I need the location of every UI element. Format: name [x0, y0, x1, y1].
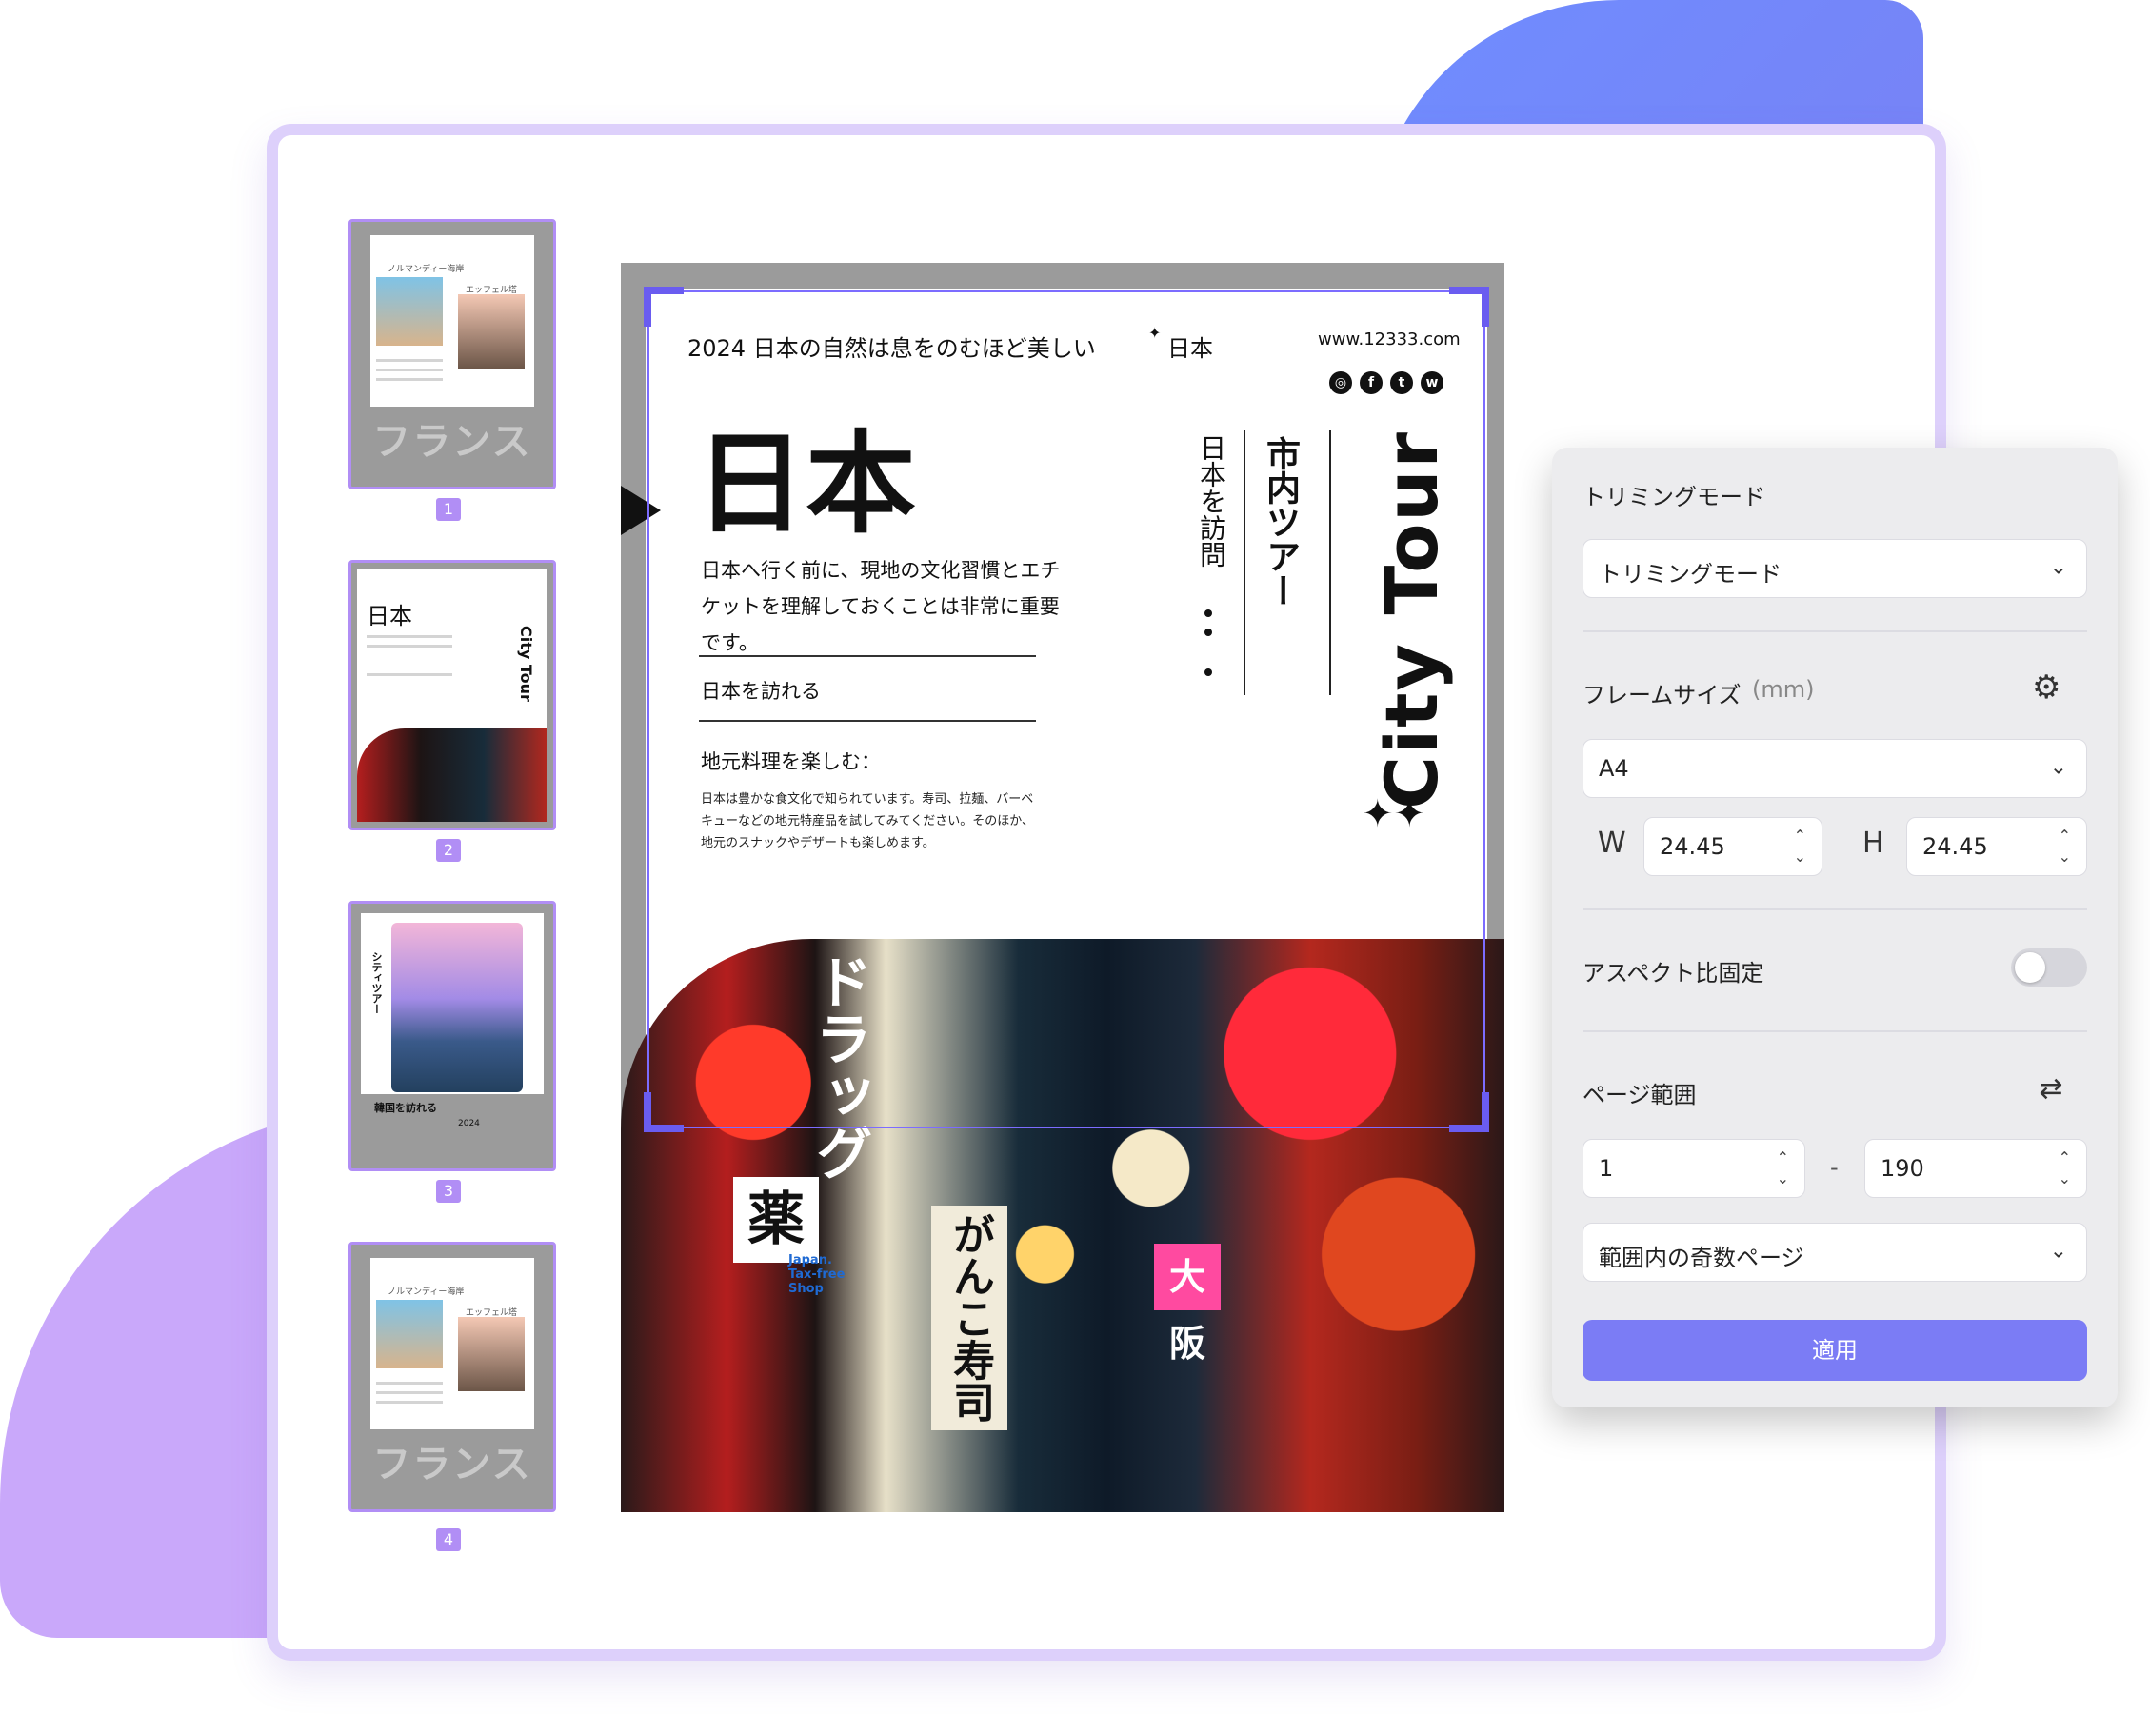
thumb-photo-tower — [458, 1317, 525, 1391]
divider — [1583, 908, 2087, 910]
chevron-down-icon: ⌄ — [2049, 755, 2067, 780]
page-number-badge: 1 — [436, 498, 461, 521]
chevron-down-icon: ⌄ — [2049, 555, 2067, 580]
thumb-text-line — [376, 359, 443, 362]
thumb-photo-tower — [458, 294, 525, 369]
thumb-title: ノルマンディー海岸 — [388, 265, 465, 274]
thumb-text-line — [367, 635, 452, 638]
thumb-photo-coast — [376, 1300, 443, 1368]
height-label: H — [1862, 827, 1884, 860]
thumb-photo-coast — [376, 277, 443, 346]
crop-handle-bottom-left[interactable] — [644, 1092, 684, 1132]
crop-handle-top-right[interactable] — [1449, 287, 1489, 327]
thumb-text-line — [376, 1401, 443, 1404]
height-value: 24.45 — [1922, 833, 1988, 860]
thumb-side-text: City Tour — [517, 626, 535, 702]
thumb-photo-city — [357, 728, 547, 822]
thumb-text-line — [367, 673, 452, 676]
photo-sign-sushi: がんこ寿司 — [931, 1206, 1007, 1430]
divider — [1583, 630, 2087, 632]
frame-size-label: フレームサイズ — [1583, 682, 1742, 708]
crop-handle-bottom-right[interactable] — [1449, 1092, 1489, 1132]
page-thumbnail-2[interactable]: 日本 City Tour — [348, 560, 556, 830]
thumb-paper: 日本 City Tour — [357, 569, 547, 822]
aspect-lock-label: アスペクト比固定 — [1583, 960, 1764, 987]
thumb-paper: ノルマンディー海岸 エッフェル塔 — [370, 1258, 534, 1429]
thumb-photo-seoul — [391, 923, 523, 1092]
thumb-paper: シティツアー — [361, 913, 544, 1094]
thumb-year: 2024 — [458, 1119, 480, 1128]
frame-size-select[interactable]: A4 ⌄ — [1583, 739, 2087, 798]
thumb-title: ノルマンディー海岸 — [388, 1287, 465, 1297]
stepper-icon[interactable]: ⌃ ⌄ — [2059, 1147, 2071, 1189]
thumb-text-line — [376, 1382, 443, 1385]
thumb-text-line — [376, 1391, 443, 1394]
apply-button[interactable]: 適用 — [1583, 1320, 2087, 1381]
thumb-big-text: フランス — [372, 420, 532, 464]
height-input[interactable]: 24.45 ⌃ ⌄ — [1906, 817, 2087, 876]
thumb-big-text: フランス — [372, 1443, 532, 1487]
page-thumbnail-4[interactable]: ノルマンディー海岸 エッフェル塔 フランス — [348, 1242, 556, 1512]
width-input[interactable]: 24.45 ⌃ ⌄ — [1643, 817, 1822, 876]
photo-sign-medicine: 薬 — [733, 1177, 819, 1263]
trim-mode-select[interactable]: トリミングモード ⌄ — [1583, 539, 2087, 598]
crop-frame[interactable] — [644, 287, 1489, 1132]
crop-handle-top-left[interactable] — [644, 287, 684, 327]
range-from-input[interactable]: 1 ⌃ ⌄ — [1583, 1139, 1805, 1198]
range-to-input[interactable]: 190 ⌃ ⌄ — [1864, 1139, 2087, 1198]
page-thumbnail-3[interactable]: シティツアー 韓国を訪れる 2024 — [348, 901, 556, 1171]
frame-size-unit: (mm) — [1752, 676, 1815, 703]
photo-sign-taxfree: Japan. Tax-free Shop — [788, 1253, 846, 1296]
thumb-text-line — [367, 645, 452, 648]
thumb-text-line — [376, 378, 443, 381]
page-range-label: ページ範囲 — [1583, 1082, 1697, 1108]
page-number-badge: 4 — [436, 1528, 461, 1551]
range-to-value: 190 — [1881, 1155, 1924, 1182]
trim-mode-value: トリミングモード — [1599, 561, 1782, 588]
stepper-icon[interactable]: ⌃ ⌄ — [1777, 1147, 1789, 1189]
page-thumbnail-1[interactable]: ノルマンディー海岸 エッフェル塔 フランス — [348, 219, 556, 489]
thumb-title: 日本 — [367, 603, 412, 629]
width-value: 24.45 — [1660, 833, 1725, 860]
photo-sign-osaka: 大阪 — [1154, 1244, 1221, 1365]
thumb-title: 韓国を訪れる — [374, 1102, 437, 1114]
range-mode-select[interactable]: 範囲内の奇数ページ ⌄ — [1583, 1223, 2087, 1282]
stepper-icon[interactable]: ⌃ ⌄ — [2059, 826, 2071, 868]
range-mode-value: 範囲内の奇数ページ — [1599, 1245, 1804, 1271]
page-swap-icon[interactable]: ⇄ — [2028, 1067, 2074, 1112]
trim-mode-label: トリミングモード — [1583, 484, 1765, 510]
divider — [1583, 1030, 2087, 1032]
frame-size-value: A4 — [1599, 755, 1629, 782]
trim-settings-panel: トリミングモード トリミングモード ⌄ フレームサイズ (mm) ⚙ A4 ⌄ … — [1552, 448, 2118, 1407]
width-label: W — [1598, 827, 1626, 860]
aspect-lock-toggle[interactable] — [2011, 948, 2087, 987]
thumb-side-text: シティツアー — [370, 951, 383, 1014]
range-separator: - — [1830, 1154, 1839, 1181]
page-number-badge: 2 — [436, 839, 461, 862]
thumb-text-line — [376, 369, 443, 371]
thumb-paper: ノルマンディー海岸 エッフェル塔 — [370, 235, 534, 407]
toggle-knob — [2015, 952, 2045, 983]
range-from-value: 1 — [1599, 1155, 1614, 1182]
chevron-down-icon: ⌄ — [2049, 1239, 2067, 1264]
gear-icon[interactable]: ⚙ — [2032, 668, 2060, 707]
stepper-icon[interactable]: ⌃ ⌄ — [1794, 826, 1806, 868]
page-number-badge: 3 — [436, 1180, 461, 1203]
